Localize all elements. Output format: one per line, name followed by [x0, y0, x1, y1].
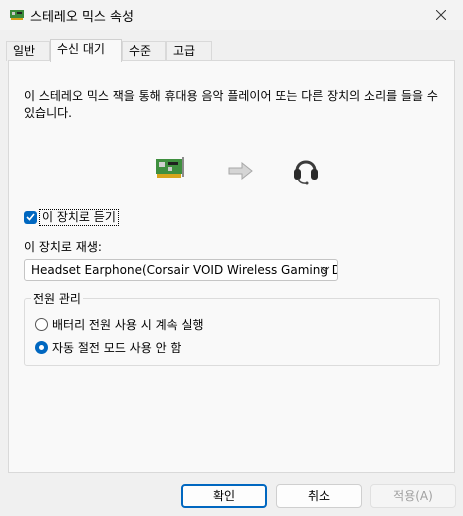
radio-label: 배터리 전원 사용 시 계속 실행	[52, 318, 204, 332]
window-title: 스테레오 믹스 속성	[30, 10, 134, 25]
device-illustration	[156, 153, 318, 189]
tab-advanced[interactable]: 고급	[166, 41, 212, 61]
tab-general[interactable]: 일반	[6, 41, 50, 61]
tab-listen[interactable]: 수신 대기	[50, 39, 122, 62]
playback-device-value: Headset Earphone(Corsair VOID Wireless G…	[31, 263, 337, 277]
sound-card-icon	[156, 157, 184, 178]
radio-label: 자동 절전 모드 사용 안 함	[52, 341, 182, 355]
sound-card-icon	[10, 10, 24, 20]
chevron-down-icon	[320, 266, 330, 272]
close-icon	[436, 10, 446, 20]
radio-button[interactable]	[35, 318, 48, 331]
headset-icon	[294, 160, 318, 185]
listen-checkbox-row[interactable]: 이 장치로 듣기	[24, 208, 119, 226]
power-management-group: 전원 관리 배터리 전원 사용 시 계속 실행 자동 절전 모드 사용 안 함	[24, 290, 440, 366]
playback-device-dropdown[interactable]: Headset Earphone(Corsair VOID Wireless G…	[24, 259, 338, 281]
apply-button[interactable]: 적용(A)	[370, 484, 456, 508]
checkmark-icon	[26, 213, 35, 221]
listen-checkbox-label: 이 장치로 듣기	[39, 208, 119, 226]
radio-button[interactable]	[35, 341, 48, 354]
radio-continue-on-battery[interactable]: 배터리 전원 사용 시 계속 실행	[35, 316, 204, 333]
tab-levels[interactable]: 수준	[122, 41, 166, 61]
listen-description: 이 스테레오 믹스 잭을 통해 휴대용 음악 플레이어 또는 다른 장치의 소리…	[24, 89, 438, 120]
arrow-right-icon	[228, 162, 253, 180]
ok-button[interactable]: 확인	[181, 484, 267, 508]
title-bar: 스테레오 믹스 속성	[0, 0, 463, 30]
close-button[interactable]	[419, 0, 463, 30]
cancel-button[interactable]: 취소	[276, 484, 362, 508]
power-management-label: 전원 관리	[31, 290, 83, 307]
radio-disable-sleep[interactable]: 자동 절전 모드 사용 안 함	[35, 339, 181, 356]
listen-panel: 이 스테레오 믹스 잭을 통해 휴대용 음악 플레이어 또는 다른 장치의 소리…	[8, 60, 455, 473]
listen-checkbox[interactable]	[24, 210, 37, 224]
playback-device-label: 이 장치로 재생:	[24, 240, 102, 254]
